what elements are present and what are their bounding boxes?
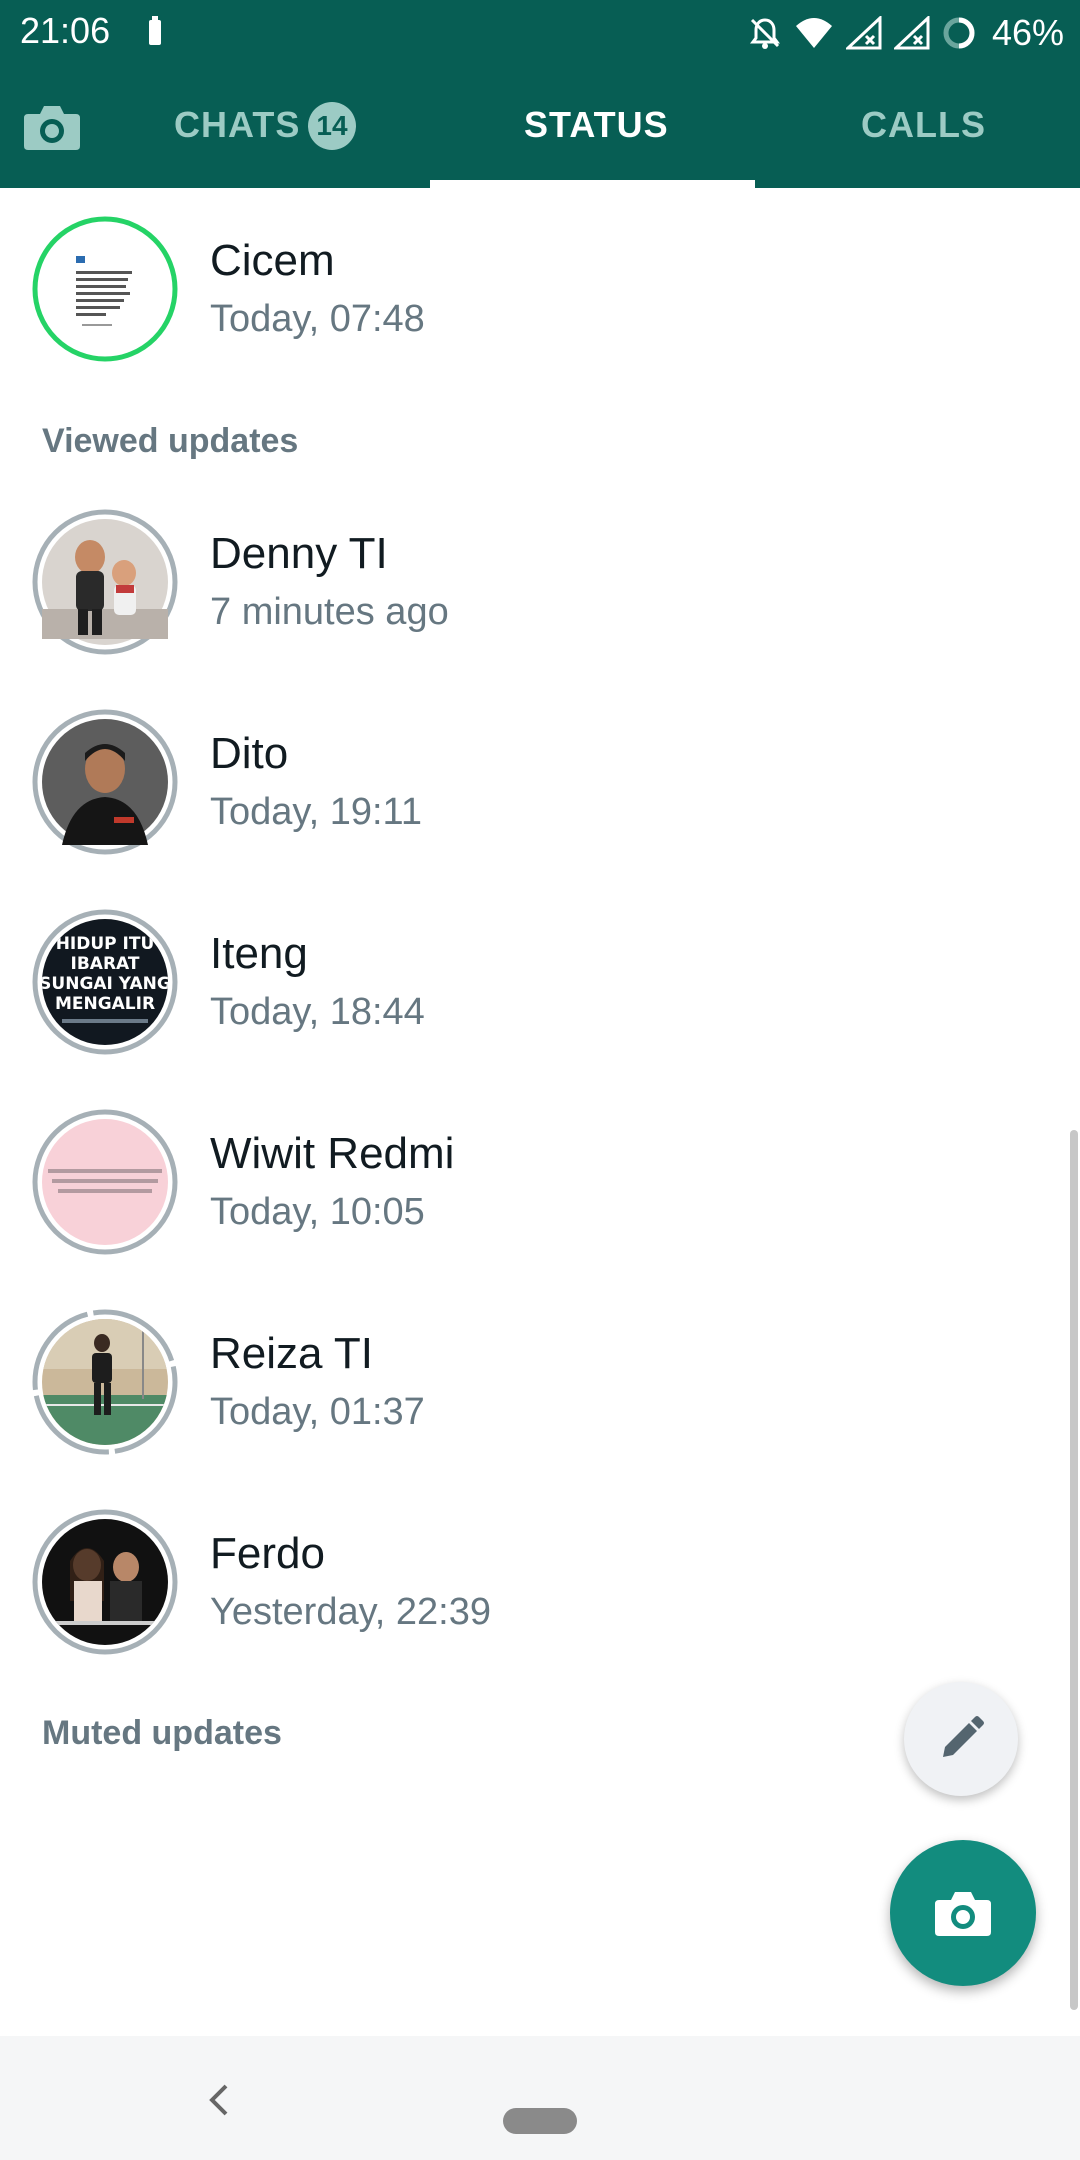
tab-status[interactable]: STATUS (524, 104, 669, 146)
new-camera-status-button[interactable] (890, 1840, 1036, 1986)
wifi-icon (795, 18, 832, 48)
svg-text:MENGALIR: MENGALIR (55, 994, 155, 1014)
status-time: Today, 19:11 (210, 791, 422, 833)
status-time: Today, 10:05 (210, 1191, 425, 1233)
tab-chats[interactable]: CHATS (174, 104, 300, 146)
status-row-iteng[interactable]: HIDUP ITU IBARAT SUNGAI YANG MENGALIR It… (0, 881, 1080, 1071)
scrollbar[interactable] (1070, 1130, 1078, 2010)
contact-name: Ferdo (210, 1529, 325, 1578)
contact-name: Reiza TI (210, 1329, 374, 1378)
chats-unread-badge: 14 (308, 102, 356, 150)
svg-text:IBARAT: IBARAT (71, 954, 140, 974)
camera-icon[interactable] (22, 102, 82, 152)
contact-name: Wiwit Redmi (210, 1129, 455, 1178)
contact-name: Cicem (210, 236, 335, 285)
avatar (32, 1509, 178, 1655)
tab-calls[interactable]: CALLS (861, 104, 986, 146)
avatar (32, 509, 178, 655)
app-bar: 21:06 46% CHATS 14 STATUS CALLS (0, 0, 1080, 188)
system-nav-bar (0, 2036, 1080, 2160)
status-time: Yesterday, 22:39 (210, 1591, 491, 1633)
avatar (32, 1309, 178, 1455)
status-time: Today, 07:48 (210, 298, 425, 340)
status-row-denny-ti[interactable]: Denny TI 7 minutes ago (0, 481, 1080, 671)
status-time: 21:06 (20, 10, 111, 51)
status-time: Today, 01:37 (210, 1391, 425, 1433)
signal-x-icon (845, 16, 882, 50)
status-row-ferdo[interactable]: Ferdo Yesterday, 22:39 (0, 1481, 1080, 1671)
bell-off-icon (749, 18, 780, 49)
viewed-updates-header: Viewed updates (42, 422, 299, 460)
pencil-icon (943, 1716, 984, 1757)
status-time: Today, 18:44 (210, 991, 425, 1033)
contact-name: Iteng (210, 929, 308, 978)
back-chevron-icon[interactable] (204, 2080, 234, 2120)
status-row-dito[interactable]: Dito Today, 19:11 (0, 681, 1080, 871)
battery-percent: 46% (991, 12, 1064, 53)
svg-text:HIDUP ITU: HIDUP ITU (56, 934, 155, 954)
battery-small-icon (149, 16, 161, 45)
contact-name: Denny TI (210, 529, 388, 578)
avatar (32, 709, 178, 855)
status-icons: 46% (748, 12, 1064, 54)
status-row-cicem[interactable]: Cicem Today, 07:48 (0, 188, 1080, 378)
avatar (32, 1109, 178, 1255)
camera-icon (935, 1892, 991, 1936)
avatar: HIDUP ITU IBARAT SUNGAI YANG MENGALIR (32, 909, 178, 1055)
status-time: 7 minutes ago (210, 591, 449, 633)
tab-bar: CHATS 14 STATUS CALLS (0, 66, 1080, 188)
status-bar: 21:06 46% (0, 0, 1080, 66)
new-text-status-button[interactable] (904, 1682, 1018, 1796)
loading-ring-icon (943, 17, 975, 49)
status-row-reiza-ti[interactable]: Reiza TI Today, 01:37 (0, 1281, 1080, 1471)
muted-updates-header: Muted updates (42, 1714, 282, 1752)
status-row-wiwit-redmi[interactable]: Wiwit Redmi Today, 10:05 (0, 1081, 1080, 1271)
avatar (32, 216, 178, 362)
home-pill-icon[interactable] (503, 2108, 577, 2134)
contact-name: Dito (210, 729, 289, 778)
svg-text:SUNGAI YANG: SUNGAI YANG (39, 974, 171, 994)
tab-indicator (430, 180, 755, 188)
signal-x-icon (893, 16, 930, 50)
